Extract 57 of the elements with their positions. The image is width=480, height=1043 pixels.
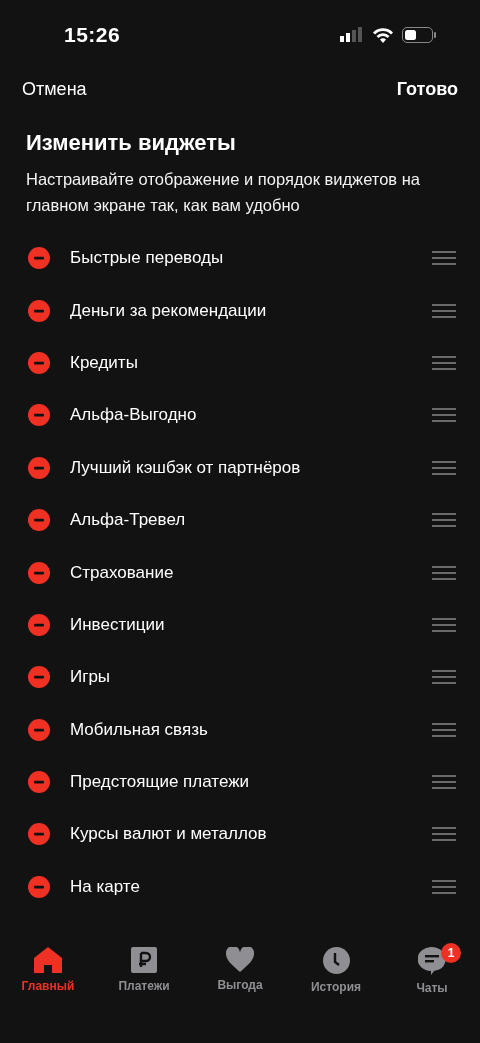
drag-handle-icon[interactable] [432, 513, 456, 528]
tab[interactable]: Главный [3, 947, 93, 1003]
drag-handle-icon[interactable] [432, 355, 456, 370]
widget-name: Деньги за рекомендации [70, 300, 268, 321]
chat-icon [418, 947, 446, 975]
home-icon [34, 947, 62, 973]
drag-handle-icon[interactable] [432, 565, 456, 580]
clock-icon [322, 947, 350, 974]
status-time: 15:26 [64, 23, 121, 47]
remove-icon[interactable] [28, 404, 50, 427]
page-description: Настраивайте отображение и порядок виджетов на главном экране так, как вам удобно [26, 169, 421, 216]
wifi-icon [372, 27, 394, 43]
drag-handle-icon[interactable] [432, 670, 456, 685]
drag-handle-icon[interactable] [432, 775, 456, 790]
battery-icon [402, 27, 436, 43]
widget-name: Предстоящие платежи [70, 772, 251, 793]
tab[interactable]: История [291, 947, 381, 1003]
drag-handle-icon[interactable] [432, 251, 456, 266]
widget-name: Быстрые переводы [70, 248, 225, 269]
drag-handle-icon[interactable] [432, 617, 456, 632]
drag-handle-icon[interactable] [432, 827, 456, 842]
remove-icon[interactable] [28, 351, 50, 374]
remove-icon[interactable] [28, 771, 50, 794]
done-button[interactable]: Готово [396, 78, 458, 100]
widget-name: На карте [70, 876, 141, 897]
tab[interactable]: Платежи [99, 947, 189, 1003]
drag-handle-icon[interactable] [432, 303, 456, 318]
widget-name: Мобильная связь [70, 719, 209, 740]
widget-name: Инвестиции [70, 614, 166, 635]
remove-icon[interactable] [28, 509, 50, 532]
widget-name: Игры [70, 667, 112, 688]
cancel-button[interactable]: Отмена [22, 78, 87, 100]
remove-icon[interactable] [28, 456, 50, 479]
signal-icon [340, 27, 364, 43]
page-title: Изменить виджеты [26, 130, 237, 156]
remove-icon[interactable] [28, 561, 50, 584]
widget-name: Лучший кэшбэк от партнёров [70, 457, 302, 478]
widget-name: Альфа-Выгодно [70, 405, 198, 426]
remove-icon[interactable] [28, 666, 50, 689]
widget-name: Страхование [70, 562, 175, 583]
ruble-icon [131, 947, 157, 973]
drag-handle-icon[interactable] [432, 879, 456, 894]
drag-handle-icon[interactable] [432, 408, 456, 423]
remove-icon[interactable] [28, 613, 50, 636]
remove-icon[interactable] [28, 875, 50, 898]
widget-name: Курсы валют и металлов [70, 824, 268, 845]
heart-icon [226, 947, 254, 972]
widget-name: Альфа-Тревел [70, 510, 187, 531]
drag-handle-icon[interactable] [432, 460, 456, 475]
remove-icon[interactable] [28, 718, 50, 741]
tab[interactable]: Выгода [195, 947, 285, 1003]
unread-badge: 1 [441, 943, 461, 963]
remove-icon[interactable] [28, 823, 50, 846]
remove-icon[interactable] [28, 247, 50, 270]
drag-handle-icon[interactable] [432, 722, 456, 737]
remove-icon[interactable] [28, 299, 50, 322]
widget-name: Кредиты [70, 352, 139, 373]
